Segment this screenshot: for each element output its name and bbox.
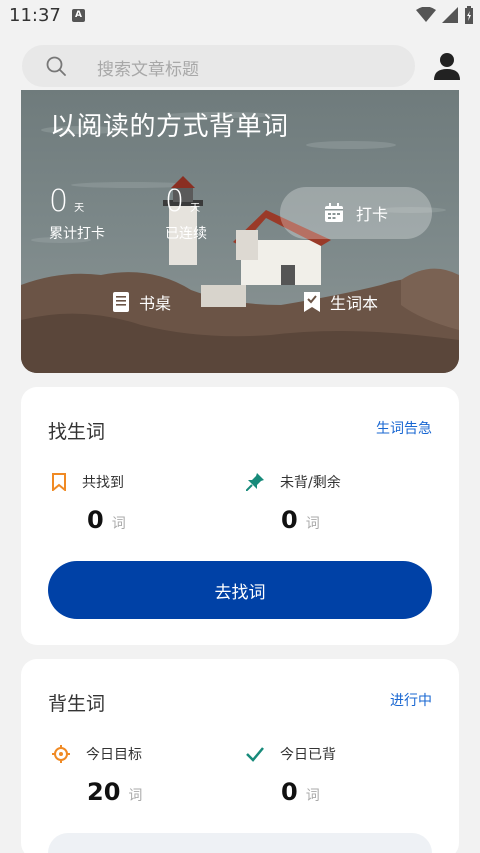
- search-bar[interactable]: 搜索文章标题: [22, 45, 415, 87]
- signal-icon: [442, 7, 458, 23]
- stat-unit: 天: [74, 203, 85, 214]
- metric-unit: 词: [305, 516, 320, 532]
- desk-link[interactable]: 书桌: [113, 290, 171, 314]
- notification-icon: A: [72, 9, 85, 22]
- study-words-card: 背生词 进行中 今日目标 20 词 今日已背 0词: [21, 659, 459, 853]
- metric-unit: 词: [111, 516, 126, 532]
- wordbook-label: 生词本: [330, 294, 379, 313]
- metric-unit: 词: [128, 788, 143, 804]
- wifi-icon: [416, 7, 436, 22]
- metric-label: 共找到: [82, 475, 124, 491]
- stat-label: 已连续: [165, 226, 207, 242]
- metric-label: 未背/剩余: [280, 475, 341, 491]
- metric-daily-target: 今日目标 20 词: [52, 744, 142, 806]
- search-icon: [46, 56, 66, 76]
- stat-value: 0: [165, 184, 185, 219]
- metric-unit: 词: [305, 788, 320, 804]
- desk-label: 书桌: [139, 294, 172, 313]
- checkin-label: 打卡: [355, 205, 388, 224]
- stat-unit: 天: [190, 203, 201, 214]
- check-icon: [246, 747, 264, 762]
- metric-found: 共找到 0词: [52, 472, 126, 534]
- status-time: 11:37: [9, 5, 61, 26]
- hero-title: 以阅读的方式背单词: [50, 112, 289, 142]
- search-input[interactable]: 搜索文章标题: [97, 55, 199, 80]
- find-words-card: 找生词 生词告急 共找到 0词 未背/剩余 0词 去找词: [21, 387, 459, 645]
- metric-done-today: 今日已背 0词: [246, 744, 336, 806]
- book-icon: [113, 292, 129, 312]
- person-icon[interactable]: [434, 52, 460, 80]
- metric-value: 0: [281, 778, 298, 806]
- card-title: 找生词: [48, 421, 106, 443]
- card-title: 背生词: [48, 693, 106, 715]
- hero-banner: 以阅读的方式背单词 0天 累计打卡 0天 已连续 打卡 书桌 生词本: [21, 90, 459, 373]
- in-progress-link[interactable]: 进行中: [390, 690, 432, 710]
- battery-icon: [465, 6, 473, 24]
- metric-label: 今日已背: [280, 747, 336, 763]
- wordbook-link[interactable]: 生词本: [304, 290, 378, 314]
- metric-label: 今日目标: [86, 747, 142, 763]
- low-words-link[interactable]: 生词告急: [376, 418, 432, 438]
- stat-value: 0: [49, 184, 69, 219]
- checkin-button[interactable]: 打卡: [280, 187, 432, 239]
- stat-streak: 0天 已连续: [165, 187, 207, 243]
- calendar-icon: [324, 203, 343, 222]
- target-icon: [52, 745, 70, 763]
- status-bar: 11:37 A: [0, 0, 480, 32]
- stat-total-checkins: 0天 累计打卡: [49, 187, 105, 243]
- status-icons: [416, 6, 474, 24]
- find-words-button[interactable]: 去找词: [48, 561, 432, 619]
- metric-remaining: 未背/剩余 0词: [246, 472, 341, 534]
- metric-value: 20: [87, 778, 121, 806]
- pin-icon: [246, 473, 264, 491]
- bookmark-icon: [52, 473, 66, 491]
- bookmark-check-icon: [304, 292, 320, 312]
- stat-label: 累计打卡: [49, 226, 105, 242]
- metric-value: 0: [281, 506, 298, 534]
- study-action-area[interactable]: [48, 833, 432, 853]
- metric-value: 0: [87, 506, 104, 534]
